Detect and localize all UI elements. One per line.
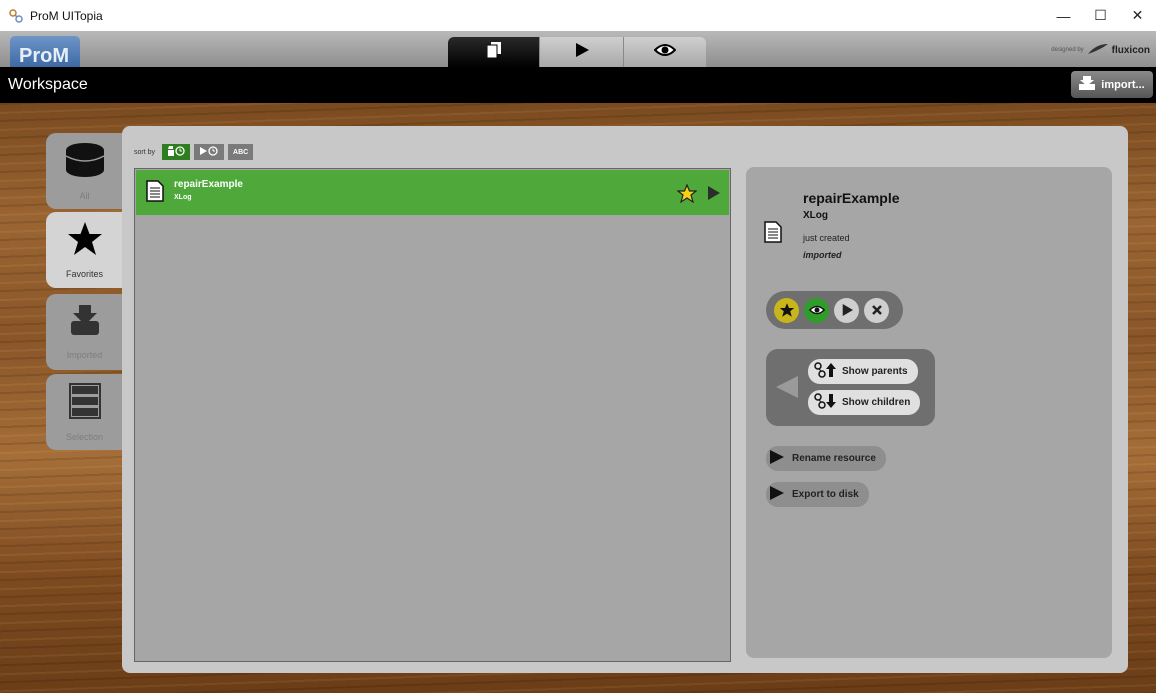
resource-list[interactable]: repairExample XLog [134, 168, 731, 662]
category-label-favorites: Favorites [65, 268, 103, 279]
tab-visualize[interactable] [624, 37, 706, 67]
prom-app-icon [8, 8, 24, 24]
show-children-label: Show children [842, 397, 911, 408]
sort-by-created-button[interactable] [162, 144, 191, 160]
favorite-star-icon[interactable] [676, 183, 698, 208]
export-to-disk-label: Export to disk [792, 489, 859, 500]
run-play-icon[interactable] [707, 185, 721, 206]
visualize-button[interactable] [804, 297, 829, 323]
star-icon [779, 303, 794, 317]
list-item[interactable]: repairExample XLog [136, 170, 729, 215]
prom-header: ProM designed by fluxicon [0, 31, 1156, 67]
database-icon [65, 142, 105, 183]
show-parents-button[interactable]: Show parents [808, 359, 918, 384]
document-icon [764, 221, 782, 248]
back-arrow-icon[interactable] [776, 376, 798, 403]
minimize-button[interactable]: — [1045, 0, 1082, 31]
category-tab-all[interactable]: All [46, 133, 123, 209]
resource-type: XLog [174, 194, 192, 201]
category-label-all: All [79, 190, 90, 201]
rename-resource-button[interactable]: Rename resource [766, 446, 886, 471]
parents-up-icon [814, 362, 836, 381]
remove-button[interactable] [864, 297, 889, 323]
used-time-icon [199, 146, 219, 158]
resource-actions [766, 291, 903, 329]
play-icon [575, 42, 589, 62]
close-icon [871, 305, 882, 315]
window-title: ProM UITopia [30, 8, 103, 23]
show-parents-label: Show parents [842, 366, 908, 377]
favorite-toggle-button[interactable] [774, 297, 799, 323]
documents-icon [486, 41, 501, 63]
sort-alphabetical-button[interactable]: ABC [228, 144, 254, 160]
workspace-panel: sort by ABC repairExample XLog repairExa… [122, 126, 1128, 673]
play-icon [842, 304, 853, 316]
category-tab-favorites[interactable]: Favorites [46, 212, 123, 288]
tab-workspace[interactable] [448, 37, 540, 67]
play-icon [768, 485, 786, 504]
category-label-selection: Selection [65, 431, 104, 442]
export-to-disk-button[interactable]: Export to disk [766, 482, 869, 507]
play-icon [768, 449, 786, 468]
show-children-button[interactable]: Show children [808, 390, 921, 415]
tab-actions[interactable] [540, 37, 624, 67]
document-icon [146, 180, 164, 207]
sort-by-used-button[interactable] [194, 144, 225, 160]
import-tray-icon [69, 304, 101, 342]
close-button[interactable]: ✕ [1119, 0, 1156, 31]
detail-resource-name: repairExample [803, 190, 900, 206]
rename-resource-label: Rename resource [792, 453, 876, 464]
window-titlebar: ProM UITopia — ☐ ✕ [0, 0, 1156, 31]
workspace-bar: Workspace import... [0, 67, 1156, 103]
resource-name: repairExample [174, 179, 243, 190]
created-time-icon [167, 146, 185, 158]
prom-logo: ProM [10, 36, 80, 67]
sort-bar: sort by ABC [134, 144, 254, 160]
sort-by-label: sort by [134, 148, 156, 156]
detail-created-time: just created [803, 233, 850, 243]
import-button[interactable]: import... [1071, 71, 1153, 98]
fluxicon-logo: fluxicon [1111, 44, 1150, 56]
selection-icon [68, 382, 101, 424]
run-button[interactable] [834, 297, 859, 323]
provenance-navigation: Show parents Show children [766, 349, 935, 426]
import-label: import... [1101, 78, 1145, 91]
import-icon [1079, 76, 1096, 93]
maximize-button[interactable]: ☐ [1082, 0, 1119, 31]
resource-details-panel: repairExample XLog just created imported [746, 167, 1112, 658]
category-tab-selection[interactable]: Selection [46, 374, 123, 450]
view-tabs [448, 37, 706, 67]
workspace-title: Workspace [8, 76, 88, 93]
designed-by: designed by fluxicon [1051, 44, 1150, 56]
category-label-imported: Imported [66, 349, 103, 360]
fluxicon-feather-icon [1087, 44, 1108, 56]
detail-origin-status: imported [803, 250, 842, 260]
eye-icon [653, 43, 677, 62]
category-tab-imported[interactable]: Imported [46, 294, 123, 370]
star-icon [67, 221, 103, 261]
designed-by-label: designed by [1051, 47, 1084, 53]
eye-icon [808, 305, 825, 315]
detail-resource-type: XLog [803, 210, 828, 221]
children-down-icon [814, 393, 836, 412]
